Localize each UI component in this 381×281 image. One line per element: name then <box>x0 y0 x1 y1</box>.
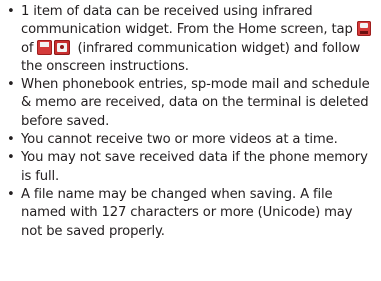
bullet-marker: • <box>7 77 15 93</box>
list-item: • When phonebook entries, sp-mode mail a… <box>6 76 377 131</box>
list-item-text: A file name may be changed when saving. … <box>21 186 353 239</box>
list-item: • You may not save received data if the … <box>6 149 377 186</box>
list-item-text: 1 item of data can be received using inf… <box>21 4 353 38</box>
list-item: • 1 item of data can be received using i… <box>6 3 377 76</box>
bullet-marker: • <box>7 4 15 19</box>
list-item-text: You cannot receive two or more videos at… <box>21 132 338 148</box>
infrared-communication-widget-icon <box>37 39 71 55</box>
list-item-text: When phonebook entries, sp-mode mail and… <box>21 77 370 129</box>
list-item-text: (infrared communication widget) and foll… <box>21 40 361 74</box>
list-item-text: of <box>21 40 34 56</box>
list-item: • A file name may be changed when saving… <box>6 186 377 241</box>
list-item: • You cannot receive two or more videos … <box>6 131 377 149</box>
infrared-communication-icon <box>356 21 371 37</box>
document-page: • 1 item of data can be received using i… <box>0 0 381 281</box>
note-list: • 1 item of data can be received using i… <box>6 3 377 241</box>
list-item-text: You may not save received data if the ph… <box>21 150 368 184</box>
bullet-marker: • <box>7 132 15 148</box>
bullet-marker: • <box>7 150 15 166</box>
bullet-marker: • <box>7 186 15 202</box>
